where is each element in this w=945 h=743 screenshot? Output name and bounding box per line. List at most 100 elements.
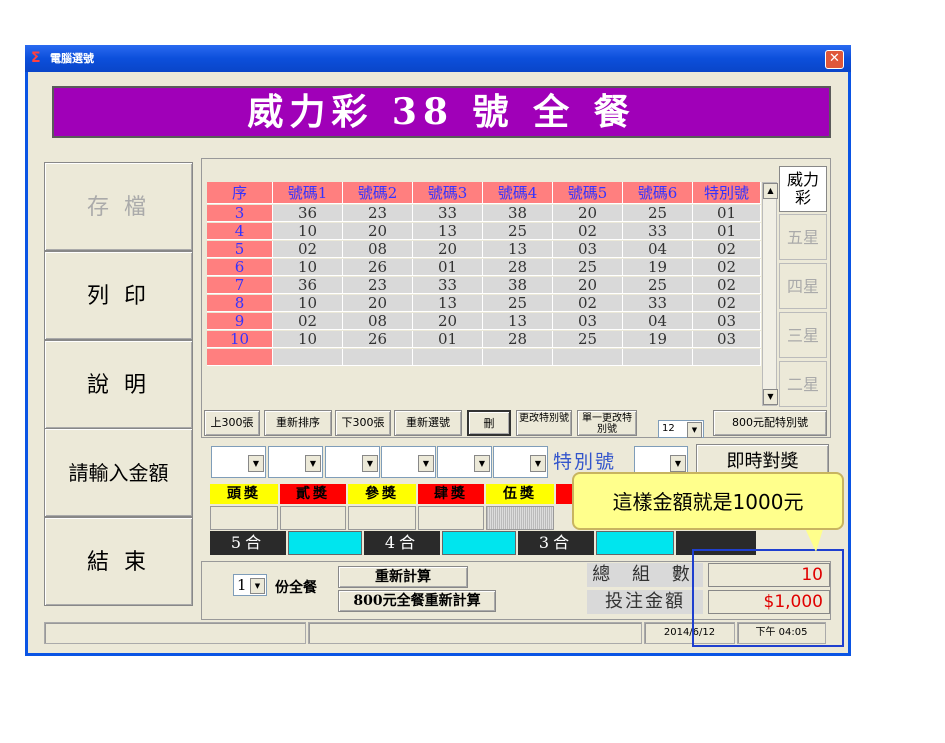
tab-two-star[interactable]: 二星 [779,361,827,407]
grid-empty-cell[interactable] [273,349,343,366]
grid-cell[interactable]: 25 [483,223,553,240]
grid-cell[interactable]: 02 [693,259,761,276]
grid-cell[interactable]: 38 [483,205,553,222]
special-800-button[interactable]: 800元配特別號 [713,410,827,436]
grid-cell[interactable]: 02 [693,295,761,312]
grid-cell[interactable]: 10 [273,223,343,240]
grid-cell[interactable]: 23 [343,205,413,222]
save-button[interactable]: 存 檔 [44,162,193,251]
grid-cell[interactable]: 36 [273,277,343,294]
number-grid[interactable]: 序號碼1 號碼2 號碼3 號碼4 號碼5 號碼6 特別號 3 36 23 33 38 20 25 01 4 10… [207,182,761,406]
chevron-down-icon[interactable]: ▼ [250,578,265,594]
grid-scrollbar[interactable]: ▲ ▼ [762,182,778,406]
grid-cell[interactable]: 08 [343,241,413,258]
grid-cell[interactable]: 33 [413,205,483,222]
grid-cell[interactable]: 28 [483,259,553,276]
number-select-6[interactable]: ▼ [493,446,548,478]
grid-cell[interactable]: 25 [553,331,623,348]
grid-cell[interactable]: 10 [273,259,343,276]
count-select[interactable]: 12 ▼ [658,420,704,438]
grid-cell[interactable]: 33 [623,223,693,240]
recalc-800-button[interactable]: 800元全餐重新計算 [338,590,496,612]
dropdown-arrow-icon[interactable]: ▼ [687,422,702,438]
resort-button[interactable]: 重新排序 [264,410,332,436]
help-button[interactable]: 說 明 [44,340,193,429]
grid-cell[interactable]: 13 [413,295,483,312]
grid-cell[interactable]: 02 [693,277,761,294]
delete-button[interactable]: 刪 [467,410,511,436]
chevron-down-icon[interactable]: ▼ [248,455,264,472]
grid-cell[interactable]: 02 [553,295,623,312]
grid-cell[interactable]: 01 [693,205,761,222]
grid-cell[interactable]: 20 [553,205,623,222]
tab-three-star[interactable]: 三星 [779,312,827,358]
prev-300-button[interactable]: 上300張 [204,410,260,436]
grid-cell[interactable]: 20 [413,313,483,330]
change-special-button[interactable]: 更改特別號 [516,410,572,436]
grid-cell[interactable]: 19 [623,331,693,348]
exit-button[interactable]: 結 束 [44,517,193,606]
grid-cell[interactable]: 02 [273,241,343,258]
grid-cell[interactable]: 20 [343,295,413,312]
grid-cell[interactable]: 19 [623,259,693,276]
grid-cell[interactable]: 01 [413,331,483,348]
chevron-down-icon[interactable]: ▼ [418,455,434,472]
grid-cell[interactable]: 04 [623,241,693,258]
grid-cell[interactable]: 02 [693,241,761,258]
grid-cell[interactable]: 23 [343,277,413,294]
grid-empty-cell[interactable] [693,349,761,366]
grid-cell[interactable]: 02 [273,313,343,330]
scroll-down-icon[interactable]: ▼ [763,389,778,405]
grid-cell[interactable]: 38 [483,277,553,294]
grid-empty-cell[interactable] [623,349,693,366]
chevron-down-icon[interactable]: ▼ [670,455,686,472]
grid-empty-cell[interactable] [553,349,623,366]
grid-cell[interactable]: 26 [343,331,413,348]
grid-cell[interactable]: 01 [413,259,483,276]
number-select-1[interactable]: ▼ [211,446,266,478]
grid-cell[interactable]: 33 [623,295,693,312]
grid-row-number[interactable]: 10 [207,331,273,348]
grid-cell[interactable]: 25 [623,205,693,222]
grid-cell[interactable]: 13 [413,223,483,240]
grid-cell[interactable]: 25 [553,259,623,276]
quantity-select[interactable]: 1 ▼ [233,574,267,596]
grid-cell[interactable]: 26 [343,259,413,276]
grid-cell[interactable]: 03 [693,331,761,348]
number-select-4[interactable]: ▼ [381,446,436,478]
grid-cell[interactable]: 10 [273,295,343,312]
grid-cell[interactable]: 25 [623,277,693,294]
tab-five-star[interactable]: 五星 [779,214,827,260]
grid-row-number[interactable]: 9 [207,313,273,330]
close-button[interactable]: ✕ [825,50,844,69]
grid-empty-cell[interactable] [483,349,553,366]
grid-cell[interactable]: 33 [413,277,483,294]
grid-cell[interactable]: 13 [483,241,553,258]
tab-power-lottery[interactable]: 威力彩 [779,166,827,212]
grid-cell[interactable]: 20 [553,277,623,294]
grid-cell[interactable]: 25 [483,295,553,312]
print-button[interactable]: 列 印 [44,251,193,340]
grid-row-number[interactable]: 3 [207,205,273,222]
number-select-3[interactable]: ▼ [325,446,380,478]
grid-row-number[interactable]: 6 [207,259,273,276]
scroll-up-icon[interactable]: ▲ [763,183,778,199]
grid-cell[interactable]: 02 [553,223,623,240]
number-select-2[interactable]: ▼ [268,446,323,478]
grid-empty-cell[interactable] [343,349,413,366]
grid-cell[interactable]: 20 [413,241,483,258]
chevron-down-icon[interactable]: ▼ [530,455,546,472]
grid-row-number[interactable]: 4 [207,223,273,240]
next-300-button[interactable]: 下300張 [335,410,391,436]
chevron-down-icon[interactable]: ▼ [474,455,490,472]
title-bar[interactable] [25,45,851,72]
grid-cell[interactable]: 03 [553,241,623,258]
grid-cell[interactable]: 03 [553,313,623,330]
chevron-down-icon[interactable]: ▼ [362,455,378,472]
grid-row-number[interactable]: 7 [207,277,273,294]
grid-cell[interactable]: 08 [343,313,413,330]
single-change-special-button[interactable]: 單一更改特別號 [577,410,637,436]
grid-cell[interactable]: 03 [693,313,761,330]
grid-cell[interactable]: 20 [343,223,413,240]
enter-amount-button[interactable]: 請輸入金額 [44,428,193,517]
